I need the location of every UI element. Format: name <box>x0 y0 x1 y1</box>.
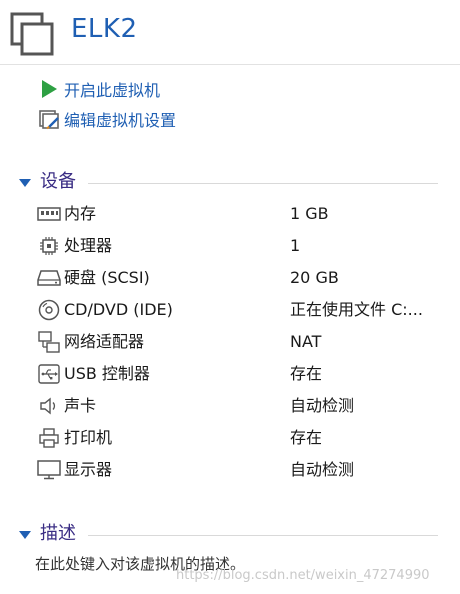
device-row-memory[interactable]: 内存 1 GB <box>0 201 460 227</box>
device-name: 声卡 <box>64 396 97 415</box>
usb-icon <box>36 363 62 385</box>
device-name: 显示器 <box>64 460 113 479</box>
collapse-triangle-icon[interactable] <box>19 531 31 539</box>
device-row-network-adapter[interactable]: 网络适配器 NAT <box>0 329 460 355</box>
printer-icon <box>36 427 62 449</box>
device-name: USB 控制器 <box>64 364 150 383</box>
section-divider <box>88 535 438 536</box>
device-name: 网络适配器 <box>64 332 145 351</box>
device-row-printer[interactable]: 打印机 存在 <box>0 425 460 451</box>
device-name: 硬盘 (SCSI) <box>64 268 150 287</box>
memory-icon <box>36 203 62 225</box>
devices-section-header[interactable]: 设备 <box>0 170 460 196</box>
network-adapter-icon <box>36 331 62 353</box>
device-value: 自动检测 <box>290 460 355 479</box>
description-section-header[interactable]: 描述 <box>0 522 460 548</box>
device-value: 自动检测 <box>290 396 355 415</box>
edit-vm-settings-action[interactable]: 编辑虚拟机设置 <box>38 107 176 131</box>
device-name: CD/DVD (IDE) <box>64 300 173 319</box>
speaker-icon <box>36 395 62 417</box>
device-value: 1 GB <box>290 204 329 223</box>
edit-vm-settings-label: 编辑虚拟机设置 <box>64 111 177 130</box>
device-name: 打印机 <box>64 428 113 447</box>
device-value: NAT <box>290 332 322 351</box>
devices-section-title: 设备 <box>40 171 76 192</box>
header-divider <box>0 64 460 65</box>
monitor-icon <box>36 459 62 481</box>
watermark-text: https://blog.csdn.net/weixin_47274990 <box>176 568 430 583</box>
device-value: 存在 <box>290 364 323 383</box>
section-divider <box>88 183 438 184</box>
play-icon <box>38 78 60 100</box>
device-name: 处理器 <box>64 236 113 255</box>
power-on-vm-action[interactable]: 开启此虚拟机 <box>38 77 160 101</box>
device-row-sound-card[interactable]: 声卡 自动检测 <box>0 393 460 419</box>
device-row-usb-controller[interactable]: USB 控制器 存在 <box>0 361 460 387</box>
device-value: 存在 <box>290 428 323 447</box>
device-row-hard-disk[interactable]: 硬盘 (SCSI) 20 GB <box>0 265 460 291</box>
virtual-machine-icon <box>10 12 54 56</box>
cd-dvd-icon <box>36 299 62 321</box>
device-name: 内存 <box>64 204 97 223</box>
processor-icon <box>36 235 62 257</box>
vm-header: ELK2 <box>0 0 460 64</box>
device-row-processor[interactable]: 处理器 1 <box>0 233 460 259</box>
device-row-cd-dvd[interactable]: CD/DVD (IDE) 正在使用文件 C:... <box>0 297 460 323</box>
description-section-title: 描述 <box>40 523 76 544</box>
device-value: 20 GB <box>290 268 339 287</box>
device-value: 1 <box>290 236 301 255</box>
device-value: 正在使用文件 C:... <box>290 300 423 319</box>
hard-disk-icon <box>36 267 62 289</box>
collapse-triangle-icon[interactable] <box>19 179 31 187</box>
edit-settings-icon <box>38 108 60 130</box>
power-on-vm-label: 开启此虚拟机 <box>64 81 161 100</box>
vm-name: ELK2 <box>71 14 138 44</box>
device-row-display[interactable]: 显示器 自动检测 <box>0 457 460 483</box>
